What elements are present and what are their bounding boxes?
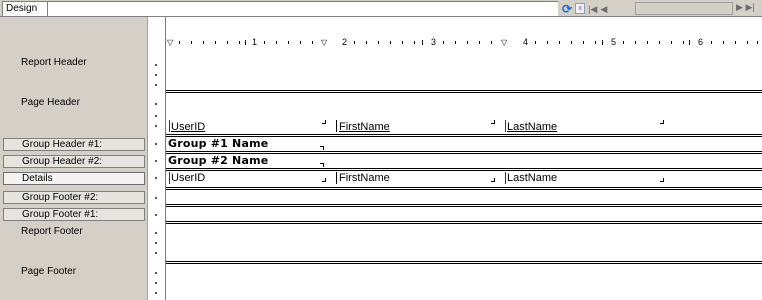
field-corner xyxy=(320,146,324,150)
field-corner xyxy=(660,178,664,182)
band-separator-group-footer-2[interactable] xyxy=(166,204,762,207)
ruler-number-6: 6 xyxy=(698,37,704,47)
band-separator-details[interactable] xyxy=(166,187,762,190)
band-separator-group-header-2[interactable] xyxy=(166,168,762,171)
field-corner xyxy=(320,163,324,167)
section-label-report-footer[interactable]: Report Footer xyxy=(3,226,145,237)
section-label-report-header[interactable]: Report Header xyxy=(3,57,145,68)
section-label-group-footer-1[interactable]: Group Footer #1: xyxy=(3,208,145,221)
section-label-group-header-2[interactable]: Group Header #2: xyxy=(3,155,145,168)
first-page-icon[interactable]: |◀ xyxy=(588,2,597,16)
designer-tab-bar: Design ⟳ x |◀ ◀ ▶ ▶| xyxy=(0,0,762,17)
left-margin-marker[interactable]: ▽ xyxy=(167,38,173,47)
ruler-number-5: 5 xyxy=(611,37,617,47)
ruler-number-4: 4 xyxy=(523,37,529,47)
group-2-name-field[interactable]: Group #2 Name xyxy=(168,155,268,167)
toolbar: ⟳ x |◀ ◀ xyxy=(562,1,610,16)
tab-design[interactable]: Design xyxy=(2,1,48,16)
band-separator-report-header[interactable] xyxy=(166,90,762,93)
horizontal-scroll-thumb[interactable] xyxy=(635,2,733,15)
export-icon[interactable]: x xyxy=(575,3,586,14)
page-header-field-lastname[interactable]: LastName xyxy=(507,121,557,133)
band-separator-report-footer[interactable] xyxy=(166,261,762,264)
field-corner xyxy=(322,120,326,124)
page-header-field-firstname[interactable]: FirstName xyxy=(339,121,390,133)
column-marker-1[interactable]: ▽ xyxy=(321,38,327,47)
section-label-column: Report Header Page Header Group Header #… xyxy=(0,17,148,300)
field-border xyxy=(336,120,337,132)
ruler-number-2: 2 xyxy=(342,37,348,47)
page-header-field-userid[interactable]: UserID xyxy=(171,121,205,133)
field-corner xyxy=(491,120,495,124)
band-separator-group-footer-1[interactable] xyxy=(166,221,762,224)
field-corner xyxy=(491,178,495,182)
detail-field-userid[interactable]: UserID xyxy=(171,172,205,184)
column-marker-2[interactable]: ▽ xyxy=(501,38,507,47)
band-dot-gutter xyxy=(149,17,166,300)
section-label-details[interactable]: Details xyxy=(3,172,145,185)
ruler-number-1: 1 xyxy=(252,37,258,47)
horizontal-scroll-arrows[interactable]: ▶ ▶| xyxy=(736,2,755,13)
section-label-group-header-1[interactable]: Group Header #1: xyxy=(3,138,145,151)
last-page-icon[interactable]: ▶| xyxy=(745,2,754,12)
field-border xyxy=(169,172,170,184)
field-border xyxy=(336,172,337,184)
field-corner xyxy=(660,120,664,124)
field-border xyxy=(505,172,506,184)
next-page-icon[interactable]: ▶ xyxy=(736,2,743,12)
horizontal-ruler: ▽ 1 ▽ 2 3 ▽ 4 5 6 xyxy=(166,38,762,47)
field-corner xyxy=(322,178,326,182)
section-label-page-header[interactable]: Page Header xyxy=(3,97,145,108)
group-1-name-field[interactable]: Group #1 Name xyxy=(168,138,268,150)
detail-field-lastname[interactable]: LastName xyxy=(507,172,557,184)
ruler-number-3: 3 xyxy=(431,37,437,47)
tab-strip-blank xyxy=(48,1,558,16)
section-label-group-footer-2[interactable]: Group Footer #2: xyxy=(3,191,145,204)
detail-field-firstname[interactable]: FirstName xyxy=(339,172,390,184)
refresh-icon[interactable]: ⟳ xyxy=(562,2,572,16)
field-border xyxy=(169,120,170,132)
section-label-page-footer[interactable]: Page Footer xyxy=(3,266,145,277)
field-border xyxy=(505,120,506,132)
previous-page-icon[interactable]: ◀ xyxy=(600,2,607,16)
